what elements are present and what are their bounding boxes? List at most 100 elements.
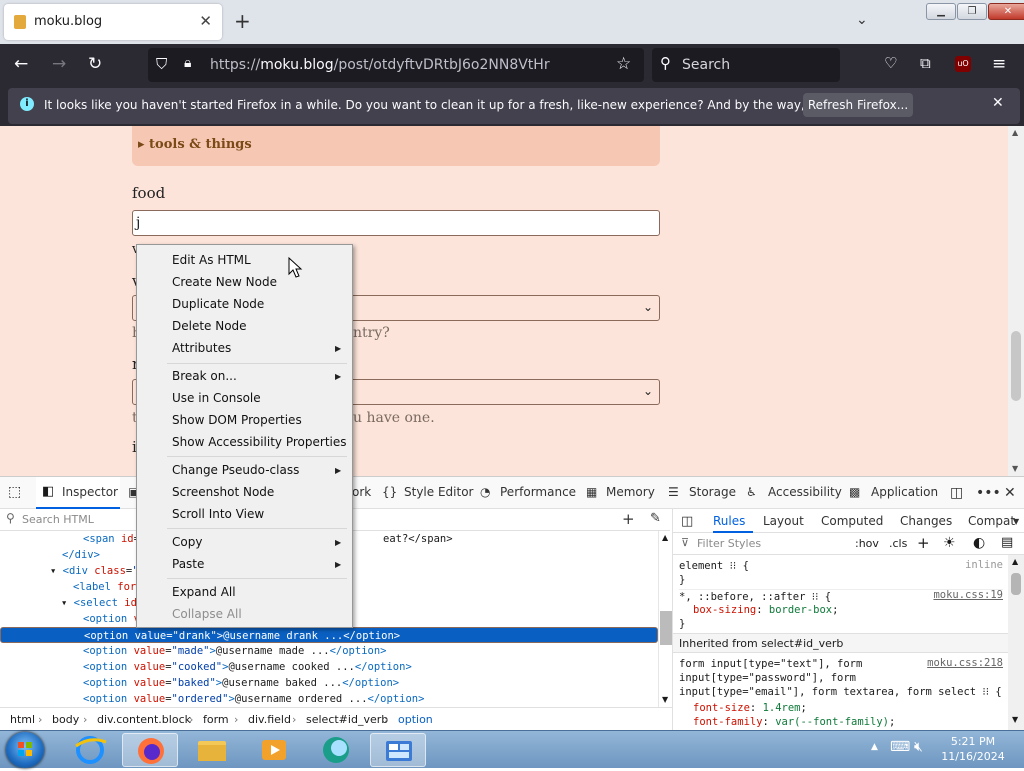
forward-icon[interactable]: → [52,54,66,74]
scrollbar-thumb[interactable] [660,611,672,645]
print-mode-icon[interactable]: ▤ [1001,535,1013,550]
lock-icon[interactable]: 🔒︎ [184,55,191,71]
markup-line[interactable]: <option value="made">@username made ...<… [83,643,387,659]
dark-mode-icon[interactable]: ◐ [973,535,985,551]
markup-line-selected[interactable]: <option value="drank">@username drank ..… [0,627,658,643]
close-tab-icon[interactable]: ✕ [199,12,212,30]
rule-form-selector-1[interactable]: form input[type="text"], form [679,657,862,671]
rule-form-selector-2[interactable]: input[type="password"], form [679,671,856,685]
scrollbar-thumb[interactable] [1011,573,1021,595]
breadcrumb-div-content[interactable]: div.content.block [97,713,191,726]
url-bar[interactable]: ⛉ 🔒︎ https://moku.blog/post/otdyftvDRtbJ… [148,48,644,82]
rule-form-selector-3[interactable]: input[type="email"], form textarea, form… [679,685,1002,699]
tab-accessibility[interactable]: Accessibility [768,485,842,499]
eyedropper-icon[interactable]: ✎ [650,511,661,526]
window-close-button[interactable]: ✕ [988,3,1024,20]
markup-line[interactable]: <label for= [73,579,143,595]
menu-item-scroll-into-view[interactable]: Scroll Into View [172,503,264,525]
markup-line[interactable]: <option v [83,611,140,627]
markup-line-tail[interactable]: eat?</span> [383,531,453,547]
scroll-up-icon[interactable]: ▲ [1012,557,1018,566]
tab-storage[interactable]: Storage [689,485,736,499]
tab-overflow-icon[interactable]: ▼ [1013,517,1019,526]
url-text[interactable]: https://moku.blog/post/otdyftvDRtbJ6o2NN… [210,57,550,73]
search-box[interactable]: ⚲ Search [652,48,840,82]
minimize-button[interactable]: ▁ [926,3,956,20]
start-button[interactable] [6,732,44,768]
rule-element-selector[interactable]: element ⁝⁝ { [679,559,749,573]
menu-item-break-on[interactable]: Break on... [172,365,237,387]
markup-line[interactable]: ▾ <div class=" [50,563,139,579]
ublock-origin-icon[interactable]: uO [955,56,971,72]
menu-item-expand-all[interactable]: Expand All [172,581,236,603]
taskbar-app[interactable] [308,733,364,767]
pocket-icon[interactable]: ♡ [884,54,897,72]
taskbar-file-explorer[interactable] [184,733,240,767]
rule-star-declaration[interactable]: box-sizing: border-box; [693,603,838,617]
taskbar-media-player[interactable] [246,733,302,767]
menu-item-duplicate-node[interactable]: Duplicate Node [172,293,264,315]
tab-network[interactable]: ork [352,485,371,499]
layout-toggle-icon[interactable]: ◫ [681,514,693,529]
rules-scrollbar[interactable]: ▲ ▼ [1008,555,1024,730]
menu-item-copy[interactable]: Copy [172,531,202,553]
menu-item-screenshot-node[interactable]: Screenshot Node [172,481,274,503]
shield-icon[interactable]: ⛉ [156,55,167,73]
dock-icon[interactable]: ◫ [950,485,963,501]
light-mode-icon[interactable]: ☀ [943,535,956,551]
rule-form-source[interactable]: moku.css:218 [927,657,1003,669]
breadcrumb-form[interactable]: form [203,713,229,726]
markup-line[interactable]: <option value="baked">@username baked ..… [83,675,399,691]
volume-muted-icon[interactable]: 🔇︎ [914,739,923,755]
tab-computed[interactable]: Computed [821,514,883,528]
menu-item-show-dom-properties[interactable]: Show DOM Properties [172,409,302,431]
breadcrumb-body[interactable]: body [52,713,79,726]
tray-expand-icon[interactable]: ▲ [871,742,878,752]
list-all-tabs-icon[interactable]: ⌄ [856,12,868,28]
food-input[interactable]: j [132,210,660,236]
tab-rules[interactable]: Rules [713,514,745,528]
back-icon[interactable]: ← [14,54,28,74]
tab-compat[interactable]: Compat [968,514,1015,528]
cls-toggle[interactable]: .cls [889,537,907,550]
close-notification-icon[interactable]: ✕ [992,95,1004,111]
tab-performance[interactable]: Performance [500,485,576,499]
menu-item-paste[interactable]: Paste [172,553,204,575]
filter-styles-input[interactable]: Filter Styles [697,537,761,550]
reload-icon[interactable]: ↻ [88,54,102,74]
breadcrumb-option[interactable]: option [398,713,433,726]
markup-line[interactable]: <option value="cooked">@username cooked … [83,659,412,675]
more-options-icon[interactable]: ••• [976,485,1001,501]
hov-toggle[interactable]: :hov [855,537,879,550]
scrollbar-thumb[interactable] [1011,331,1021,401]
tab-style-editor[interactable]: Style Editor [404,485,473,499]
markup-line[interactable]: <option value="ordered">@username ordere… [83,691,424,707]
element-picker-icon[interactable]: ⬚ [8,484,21,500]
markup-scrollbar[interactable]: ▲ ▼ [658,531,672,707]
close-devtools-icon[interactable]: ✕ [1004,485,1016,501]
taskbar-internet-explorer[interactable] [62,733,118,767]
scroll-down-icon[interactable]: ▼ [1012,464,1018,473]
rule-form-declaration-font-size[interactable]: font-size: 1.4rem; [693,701,807,715]
taskbar-control-panel[interactable] [370,733,426,767]
menu-item-create-new-node[interactable]: Create New Node [172,271,277,293]
tab-application[interactable]: Application [871,485,938,499]
system-clock[interactable]: 5:21 PM 11/16/2024 [938,734,1008,764]
tab-changes[interactable]: Changes [900,514,952,528]
markup-line[interactable]: </div> [62,547,100,563]
scroll-down-icon[interactable]: ▼ [1012,715,1018,724]
rule-form-declaration-font-family[interactable]: font-family: var(--font-family); [693,715,895,729]
network-icon[interactable]: ⌨ [890,739,910,755]
taskbar-firefox[interactable] [122,733,178,767]
tools-and-things-link[interactable]: ▸ tools & things [138,137,252,152]
breadcrumb-html[interactable]: html [10,713,35,726]
breadcrumb-select[interactable]: select#id_verb [306,713,388,726]
hamburger-menu-icon[interactable]: ≡ [992,54,1006,74]
tab-memory[interactable]: Memory [606,485,655,499]
tab-layout[interactable]: Layout [763,514,804,528]
rule-star-source[interactable]: moku.css:19 [933,589,1003,601]
new-tab-icon[interactable]: + [234,9,251,33]
menu-item-show-accessibility-properties[interactable]: Show Accessibility Properties [172,431,347,453]
extensions-icon[interactable]: ⧉ [920,54,931,72]
scroll-down-icon[interactable]: ▼ [662,695,668,704]
